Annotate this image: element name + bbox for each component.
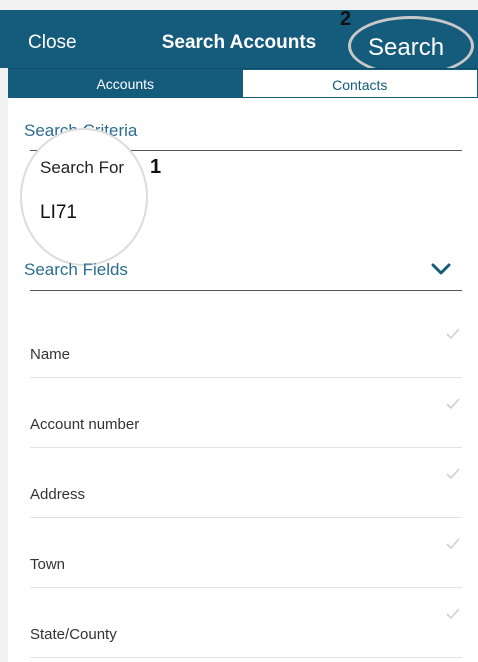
- search-fields-heading: Search Fields: [24, 260, 128, 279]
- field-label: Name: [30, 346, 71, 363]
- checkmark-icon: [446, 538, 460, 550]
- callout-number-2: 2: [340, 8, 352, 30]
- search-for-input[interactable]: [40, 202, 140, 224]
- checkmark-icon: [446, 328, 460, 340]
- field-label: State/County: [30, 626, 117, 643]
- tab-contacts[interactable]: Contacts: [242, 69, 478, 98]
- search-for-label: Search For: [40, 158, 125, 177]
- checkmark-icon: [446, 398, 460, 410]
- left-gutter: [0, 68, 8, 662]
- callout-number-1: 1: [150, 156, 162, 178]
- field-row-address[interactable]: Address: [30, 448, 462, 518]
- callout-magnifier: [20, 128, 148, 266]
- field-row-state-county[interactable]: State/County: [30, 588, 462, 658]
- tab-accounts[interactable]: Accounts: [8, 69, 243, 98]
- field-row-name[interactable]: Name: [30, 308, 462, 378]
- chevron-down-icon[interactable]: [430, 261, 452, 277]
- fields-divider: [30, 290, 462, 291]
- close-button[interactable]: Close: [28, 32, 77, 54]
- field-label: Address: [30, 486, 86, 503]
- field-row-town[interactable]: Town: [30, 518, 462, 588]
- callout-highlight-search: [348, 16, 474, 76]
- field-row-account-number[interactable]: Account number: [30, 378, 462, 448]
- checkmark-icon: [446, 608, 460, 620]
- field-label: Account number: [30, 416, 140, 433]
- checkmark-icon: [446, 468, 460, 480]
- segmented-control: Accounts Contacts: [8, 68, 478, 98]
- status-bar: [0, 0, 478, 10]
- field-label: Town: [30, 556, 66, 573]
